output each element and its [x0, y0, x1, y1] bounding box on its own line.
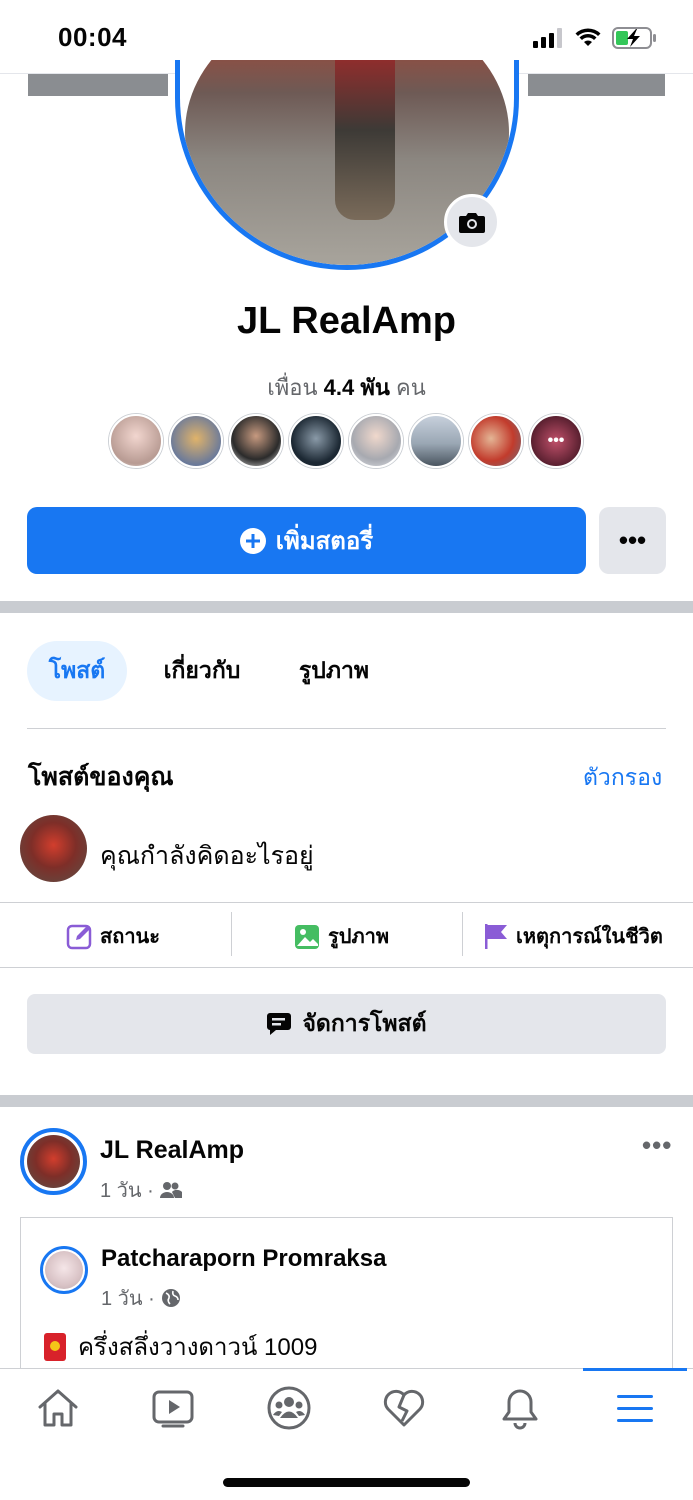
dating-icon — [383, 1389, 425, 1427]
more-friends-avatar[interactable]: ••• — [529, 414, 583, 468]
cellular-signal-icon — [533, 28, 562, 48]
battery-charging-icon — [612, 27, 656, 49]
tab-about[interactable]: เกี่ยวกับ — [148, 641, 256, 701]
post-meta: 1 วัน · — [100, 1174, 182, 1206]
friends-prefix: เพื่อน — [267, 375, 318, 400]
posts-section-title: โพสต์ของคุณ — [28, 763, 174, 791]
post-composer-input[interactable]: คุณกำลังคิดอะไรอยู่ — [100, 836, 314, 876]
friends-suffix: คน — [396, 375, 426, 400]
friends-count[interactable]: เพื่อน 4.4 พัน คน — [0, 370, 693, 405]
home-indicator — [223, 1478, 470, 1487]
nav-home[interactable] — [28, 1380, 88, 1436]
cover-photo-edge-right — [528, 74, 665, 96]
friend-avatar[interactable] — [109, 414, 163, 468]
change-profile-photo-button[interactable] — [444, 194, 500, 250]
tabs-divider — [27, 728, 666, 729]
friend-avatar[interactable] — [409, 414, 463, 468]
red-envelope-icon — [44, 1332, 66, 1361]
camera-icon — [459, 213, 485, 233]
globe-icon — [161, 1289, 180, 1307]
friend-avatar[interactable] — [349, 414, 403, 468]
active-tab-indicator — [583, 1368, 687, 1371]
nav-watch[interactable] — [143, 1380, 203, 1436]
shared-post-meta: 1 วัน · — [101, 1282, 181, 1314]
divider — [231, 912, 232, 956]
tab-photos[interactable]: รูปภาพ — [285, 641, 383, 701]
divider — [0, 967, 693, 968]
home-icon — [38, 1389, 78, 1427]
nav-dating[interactable] — [374, 1380, 434, 1436]
add-story-button[interactable]: เพิ่มสตอรี่ — [27, 507, 586, 574]
post-more-button[interactable]: ••• — [642, 1130, 672, 1161]
profile-more-button[interactable]: ••• — [599, 507, 666, 574]
post-author-name[interactable]: JL RealAmp — [100, 1136, 244, 1165]
friend-avatar[interactable] — [469, 414, 523, 468]
manage-posts-button[interactable]: จัดการโพสต์ — [27, 994, 666, 1054]
photo-icon — [295, 925, 319, 949]
watch-icon — [152, 1390, 194, 1428]
friend-avatar[interactable] — [169, 414, 223, 468]
notifications-icon — [502, 1389, 538, 1430]
status-action-label: สถานะ — [100, 926, 160, 948]
divider — [462, 912, 463, 956]
post-time[interactable]: 1 วัน · — [100, 1174, 154, 1206]
photo-action-label: รูปภาพ — [328, 926, 390, 948]
chat-bubble-icon — [267, 1013, 292, 1035]
friend-avatar[interactable] — [229, 414, 283, 468]
groups-icon — [267, 1386, 311, 1430]
status-action-button[interactable]: สถานะ — [66, 918, 160, 954]
friend-avatar[interactable] — [289, 414, 343, 468]
life-event-action-button[interactable]: เหตุการณ์ในชีวิต — [482, 918, 663, 954]
shared-author-avatar[interactable] — [40, 1246, 88, 1294]
cover-photo-edge-left — [28, 74, 168, 96]
plus-circle-icon — [239, 527, 266, 554]
tab-posts[interactable]: โพสต์ — [27, 641, 127, 701]
composer-avatar[interactable] — [20, 815, 87, 882]
menu-icon — [617, 1395, 653, 1422]
life-event-action-label: เหตุการณ์ในชีวิต — [516, 926, 663, 948]
section-divider — [0, 601, 693, 613]
shared-post-time[interactable]: 1 วัน · — [101, 1282, 155, 1314]
section-divider — [0, 1095, 693, 1107]
nav-groups[interactable] — [259, 1380, 319, 1436]
friends-audience-icon — [159, 1182, 182, 1198]
photo-action-button[interactable]: รูปภาพ — [294, 918, 389, 954]
manage-posts-label: จัดการโพสต์ — [302, 1010, 427, 1036]
nav-menu[interactable] — [605, 1380, 665, 1436]
add-story-label: เพิ่มสตอรี่ — [275, 528, 374, 555]
shared-post-text-content: ครึ่งสลึ่งวางดาวน์ 1009 — [78, 1334, 318, 1361]
friends-number: 4.4 พัน — [323, 375, 390, 400]
divider — [0, 902, 693, 903]
nav-notifications[interactable] — [490, 1380, 550, 1436]
wifi-icon — [575, 28, 601, 46]
shared-author-name[interactable]: Patcharaporn Promraksa — [101, 1245, 386, 1273]
filter-link[interactable]: ตัวกรอง — [583, 760, 662, 796]
flag-icon — [485, 924, 507, 949]
profile-name: JL RealAmp — [237, 300, 456, 342]
edit-icon — [66, 924, 92, 950]
post-author-avatar[interactable] — [20, 1128, 87, 1195]
shared-post-text: ครึ่งสลึ่งวางดาวน์ 1009 — [44, 1327, 317, 1366]
status-time: 00:04 — [58, 22, 127, 52]
